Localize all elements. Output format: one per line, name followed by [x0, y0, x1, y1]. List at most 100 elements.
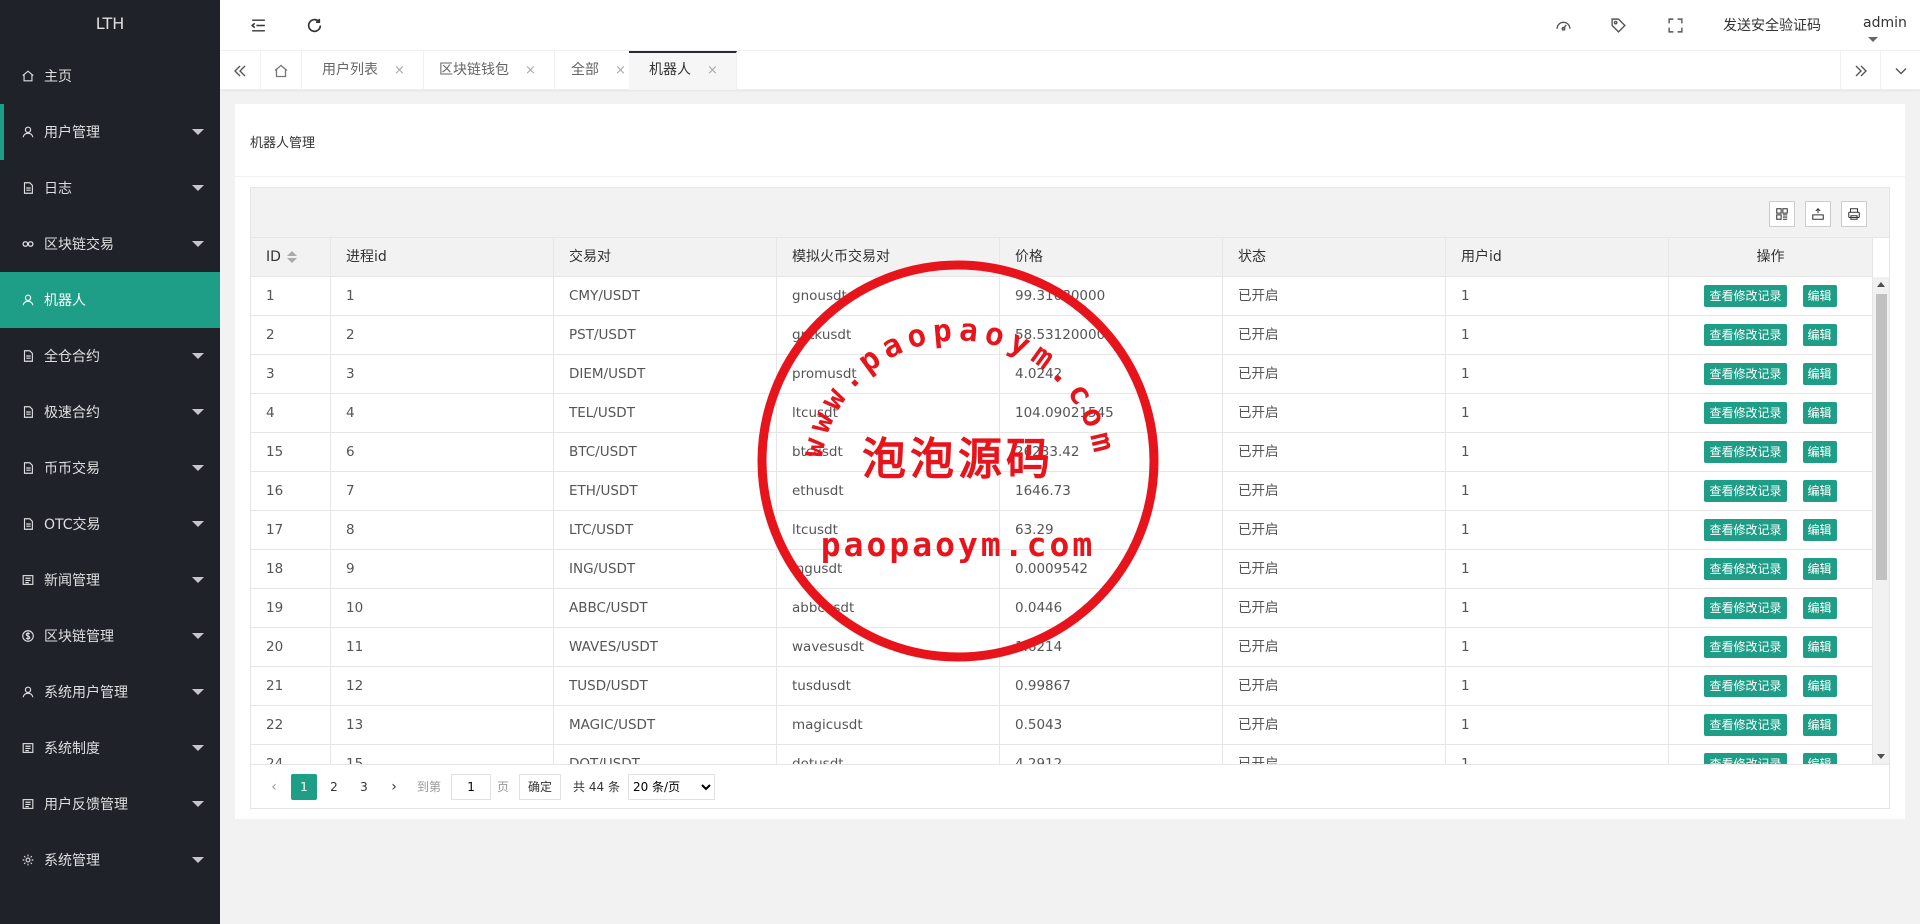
view-history-button[interactable]: 查看修改记录: [1704, 558, 1787, 580]
cell-process-id: 10: [331, 589, 554, 627]
table-row: 15 6 BTC/USDT btcusdt 26233.42 已开启 1 查看修改记录 编辑: [251, 433, 1873, 472]
file-icon: [20, 516, 36, 532]
theme-icon[interactable]: [1553, 15, 1573, 35]
cell-sim-pair: magicusdt: [777, 706, 1000, 744]
edit-button[interactable]: 编辑: [1802, 597, 1837, 619]
refresh-icon[interactable]: [304, 15, 324, 35]
caret-down-icon: [192, 689, 204, 695]
edit-button[interactable]: 编辑: [1802, 714, 1837, 736]
column-header-id[interactable]: ID: [251, 238, 331, 277]
close-icon[interactable]: ×: [525, 51, 536, 90]
sidebar-item-cross-contract[interactable]: 全仓合约: [0, 328, 220, 384]
cell-price: 58.53120000: [1000, 316, 1223, 354]
sidebar-item-log[interactable]: 日志: [0, 160, 220, 216]
total-count: 共 44 条: [573, 780, 620, 794]
cell-status: 已开启: [1223, 745, 1446, 764]
edit-button[interactable]: 编辑: [1802, 402, 1837, 424]
view-history-button[interactable]: 查看修改记录: [1704, 636, 1787, 658]
sidebar-item-otc-trade[interactable]: OTC交易: [0, 496, 220, 552]
edit-button[interactable]: 编辑: [1802, 675, 1837, 697]
view-history-button[interactable]: 查看修改记录: [1704, 753, 1787, 764]
page-3[interactable]: 3: [351, 774, 377, 800]
page-size-select[interactable]: 20 条/页: [627, 773, 715, 800]
sidebar-item-label: 区块链管理: [44, 629, 114, 645]
prev-page-icon[interactable]: ‹: [261, 774, 287, 800]
print-icon[interactable]: [1841, 201, 1867, 227]
sidebar-item-news[interactable]: 新闻管理: [0, 552, 220, 608]
edit-button[interactable]: 编辑: [1802, 753, 1837, 764]
sidebar-item-blockchain-trade[interactable]: 区块链交易: [0, 216, 220, 272]
vertical-scrollbar[interactable]: [1872, 277, 1889, 764]
export-icon[interactable]: [1805, 201, 1831, 227]
scroll-up-icon[interactable]: [1877, 282, 1885, 287]
view-history-button[interactable]: 查看修改记录: [1704, 285, 1787, 307]
sidebar: LTH 主页 用户管理 日志 区块链交易 机器人 全仓合约 极速合约 币币交易: [0, 0, 220, 924]
view-history-button[interactable]: 查看修改记录: [1704, 441, 1787, 463]
page-1[interactable]: 1: [291, 773, 317, 800]
view-history-button[interactable]: 查看修改记录: [1704, 675, 1787, 697]
tab-home-icon[interactable]: [260, 51, 302, 90]
tab-robot[interactable]: 机器人 ×: [629, 51, 737, 90]
tab-blockchain-wallet[interactable]: 区块链钱包 ×: [419, 51, 555, 90]
sort-icon[interactable]: [286, 251, 297, 263]
sidebar-item-system-management[interactable]: 系统管理: [0, 832, 220, 888]
edit-button[interactable]: 编辑: [1802, 285, 1837, 307]
sidebar-item-user-management[interactable]: 用户管理: [0, 104, 220, 160]
close-icon[interactable]: ×: [707, 53, 718, 88]
column-header-process-id: 进程id: [331, 238, 554, 277]
user-menu[interactable]: admin: [1863, 15, 1920, 47]
close-icon[interactable]: ×: [394, 51, 405, 90]
tabs-scroll-right-icon[interactable]: [1840, 51, 1880, 90]
fullscreen-icon[interactable]: [1665, 15, 1685, 35]
edit-button[interactable]: 编辑: [1802, 363, 1837, 385]
table-body: 1 1 CMY/USDT gnousdt 99.31680000 已开启 1 查看修改记录 编辑…: [251, 277, 1873, 764]
edit-button[interactable]: 编辑: [1802, 480, 1837, 502]
close-icon[interactable]: ×: [615, 51, 626, 90]
file-icon: [20, 348, 36, 364]
page-2[interactable]: 2: [321, 774, 347, 800]
view-history-button[interactable]: 查看修改记录: [1704, 363, 1787, 385]
next-page-icon[interactable]: ›: [381, 774, 407, 800]
sidebar-item-blockchain-management[interactable]: 区块链管理: [0, 608, 220, 664]
view-history-button[interactable]: 查看修改记录: [1704, 519, 1787, 541]
columns-filter-icon[interactable]: [1769, 201, 1795, 227]
cell-user-id: 1: [1446, 745, 1669, 764]
tabs-scroll-left-icon[interactable]: [220, 51, 260, 90]
cell-pair: DOT/USDT: [554, 745, 777, 764]
tag-icon[interactable]: [1608, 15, 1628, 35]
edit-button[interactable]: 编辑: [1802, 636, 1837, 658]
sidebar-item-system-rules[interactable]: 系统制度: [0, 720, 220, 776]
scroll-thumb[interactable]: [1876, 294, 1887, 580]
caret-down-icon: [192, 857, 204, 863]
scroll-down-icon[interactable]: [1877, 754, 1885, 759]
page-title: 机器人管理: [250, 136, 316, 151]
menu-fold-icon[interactable]: [248, 15, 268, 35]
sidebar-item-system-user[interactable]: 系统用户管理: [0, 664, 220, 720]
view-history-button[interactable]: 查看修改记录: [1704, 714, 1787, 736]
view-history-button[interactable]: 查看修改记录: [1704, 480, 1787, 502]
tabs-menu-chevron-down-icon[interactable]: [1880, 51, 1920, 90]
send-code-link[interactable]: 发送安全验证码: [1723, 15, 1821, 35]
sidebar-item-feedback[interactable]: 用户反馈管理: [0, 776, 220, 832]
cell-id: 17: [251, 511, 331, 549]
view-history-button[interactable]: 查看修改记录: [1704, 402, 1787, 424]
table-header: ID 进程id 交易对 模拟火币交易对 价格 状态 用户id 操作: [251, 238, 1873, 277]
sidebar-item-coin-trade[interactable]: 币币交易: [0, 440, 220, 496]
edit-button[interactable]: 编辑: [1802, 324, 1837, 346]
view-history-button[interactable]: 查看修改记录: [1704, 597, 1787, 619]
cell-sim-pair: gntkusdt: [777, 316, 1000, 354]
edit-button[interactable]: 编辑: [1802, 519, 1837, 541]
edit-button[interactable]: 编辑: [1802, 558, 1837, 580]
view-history-button[interactable]: 查看修改记录: [1704, 324, 1787, 346]
column-header-sim-pair: 模拟火币交易对: [777, 238, 1000, 277]
edit-button[interactable]: 编辑: [1802, 441, 1837, 463]
tab-user-list[interactable]: 用户列表 ×: [302, 51, 424, 90]
column-header-price: 价格: [1000, 238, 1223, 277]
goto-confirm-button[interactable]: 确定: [519, 773, 562, 800]
goto-page-input[interactable]: [451, 773, 492, 800]
sidebar-item-speed-contract[interactable]: 极速合约: [0, 384, 220, 440]
cell-price: 26233.42: [1000, 433, 1223, 471]
cell-user-id: 1: [1446, 511, 1669, 549]
sidebar-item-home[interactable]: 主页: [0, 48, 220, 104]
sidebar-item-robot[interactable]: 机器人: [0, 272, 220, 328]
